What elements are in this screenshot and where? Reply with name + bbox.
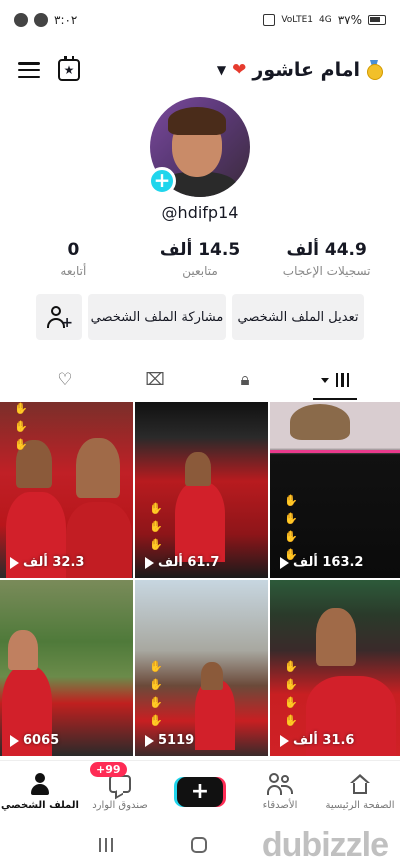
battery-icon xyxy=(368,15,386,25)
clock: ٣:٠٢ xyxy=(54,13,78,27)
recents-icon[interactable] xyxy=(99,837,113,852)
status-bar: ٣:٠٢ VoLTE1 4G ٣٧% xyxy=(0,0,400,40)
play-icon xyxy=(280,556,289,569)
video-thumbnail[interactable]: ✋ ✋ ✋ 32.3 ألف xyxy=(0,402,133,578)
nav-inbox[interactable]: +99 صندوق الوارد xyxy=(80,762,160,811)
header-left-icons: ★ xyxy=(18,56,80,81)
tab-liked[interactable]: ♡ xyxy=(35,360,95,400)
followers-stat[interactable]: 14.5 ألف متابعين xyxy=(145,240,255,278)
play-icon xyxy=(10,734,19,747)
likes-stat[interactable]: 44.9 ألف تسجيلات الإعجاب xyxy=(272,240,382,278)
account-switcher[interactable]: امام عاشور ❤ ▼ xyxy=(216,59,383,81)
status-bar-left: ٣:٠٢ xyxy=(14,13,77,27)
view-count: 61.7 ألف xyxy=(143,555,219,570)
following-stat[interactable]: 0 أتابعه xyxy=(18,240,128,278)
play-icon xyxy=(10,556,19,569)
menu-icon[interactable] xyxy=(18,62,40,78)
view-count: 163.2 ألف xyxy=(278,555,363,570)
friends-icon xyxy=(267,773,293,795)
add-friends-button[interactable]: + xyxy=(36,294,82,340)
nav-inbox-label: صندوق الوارد xyxy=(92,800,148,811)
nav-friends[interactable]: الأصدقاء xyxy=(240,772,320,811)
nav-profile-label: الملف الشخصي xyxy=(1,800,79,811)
likes-count: 44.9 ألف xyxy=(286,240,367,260)
profile-person-icon xyxy=(29,772,51,796)
video-thumbnail[interactable]: ✋ ✋ ✋ ✋ 31.6 ألف xyxy=(270,580,400,756)
view-count: 32.3 ألف xyxy=(8,555,84,570)
app-notification-icon xyxy=(14,13,28,27)
creator-tools-icon[interactable]: ★ xyxy=(58,56,80,81)
heart-icon: ❤ xyxy=(232,60,247,80)
edit-profile-button[interactable]: تعديل الملف الشخصي xyxy=(232,294,364,340)
add-user-icon: + xyxy=(47,305,73,330)
share-profile-button[interactable]: مشاركة الملف الشخصي xyxy=(88,294,226,340)
nav-home[interactable]: الصفحة الرئيسية xyxy=(320,772,400,811)
likes-label: تسجيلات الإعجاب xyxy=(282,264,371,278)
tab-favorites[interactable]: ⌧ xyxy=(125,360,185,400)
video-thumbnail[interactable]: ✋ ✋ ✋ ✋ 5119 xyxy=(135,580,268,756)
followers-label: متابعين xyxy=(182,264,218,278)
profile-title: امام عاشور xyxy=(252,59,360,81)
view-count: 6065 xyxy=(8,733,59,748)
video-thumbnail[interactable]: ✋ ✋ ✋ 61.7 ألف xyxy=(135,402,268,578)
video-grid-icon xyxy=(320,373,350,387)
watermark-logo: dubizzle xyxy=(261,826,389,864)
profile-stats: 44.9 ألف تسجيلات الإعجاب 14.5 ألف متابعي… xyxy=(0,240,400,278)
followers-count: 14.5 ألف xyxy=(159,240,241,260)
nav-create[interactable]: + xyxy=(160,776,240,807)
nav-profile[interactable]: الملف الشخصي xyxy=(0,772,80,811)
liked-heart-icon: ♡ xyxy=(57,370,73,390)
medal-icon xyxy=(366,60,383,80)
bottom-nav: الملف الشخصي +99 صندوق الوارد + الأصدقاء… xyxy=(0,760,400,822)
video-grid: ✋ ✋ ✋ 32.3 ألف ✋ ✋ ✋ 61.7 ألف ✋ ✋ ✋ ✋ 163.2 ألف… xyxy=(0,402,400,757)
view-count: 5119 xyxy=(143,733,194,748)
view-count: 31.6 ألف xyxy=(278,733,354,748)
create-plus-icon: + xyxy=(177,776,223,807)
tab-private[interactable]: 🔒︎ xyxy=(215,360,275,400)
video-thumbnail[interactable]: 6065 xyxy=(0,580,133,756)
play-icon xyxy=(145,734,154,747)
app-notification-icon-2 xyxy=(34,13,48,27)
profile-actions: تعديل الملف الشخصي مشاركة الملف الشخصي + xyxy=(36,294,364,340)
following-label: أتابعه xyxy=(60,264,87,278)
profile-header: ★ امام عاشور ❤ ▼ xyxy=(0,48,400,92)
inbox-icon xyxy=(109,775,131,793)
inbox-badge: +99 xyxy=(90,762,127,777)
chevron-down-icon: ▼ xyxy=(216,63,227,77)
add-story-plus-icon[interactable]: + xyxy=(148,167,176,195)
nav-home-label: الصفحة الرئيسية xyxy=(325,800,395,811)
status-bar-right: VoLTE1 4G ٣٧% xyxy=(263,13,386,27)
tab-videos[interactable] xyxy=(305,360,365,400)
network-indicator: 4G xyxy=(319,14,332,25)
home-icon xyxy=(349,773,371,795)
video-thumbnail[interactable]: ✋ ✋ ✋ ✋ 163.2 ألف xyxy=(270,402,400,578)
volte-indicator: VoLTE1 xyxy=(281,14,313,25)
following-count: 0 xyxy=(67,240,80,260)
content-tabs: ♡ ⌧ 🔒︎ xyxy=(0,360,400,400)
battery-percent: ٣٧% xyxy=(337,13,362,27)
username: @hdifp14 xyxy=(161,203,239,222)
system-home-icon[interactable] xyxy=(191,836,207,853)
play-icon xyxy=(145,556,154,569)
alarm-icon xyxy=(263,14,276,26)
nav-friends-label: الأصدقاء xyxy=(262,800,298,811)
play-icon xyxy=(280,734,289,747)
favorites-icon: ⌧ xyxy=(145,370,165,390)
lock-icon: 🔒︎ xyxy=(240,370,250,390)
